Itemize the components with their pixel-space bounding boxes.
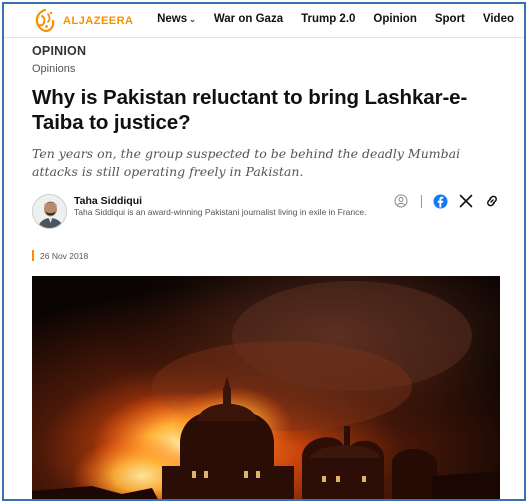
- share-toolbar: [383, 193, 500, 209]
- category-link[interactable]: Opinions: [32, 63, 500, 75]
- nav-item-label: News: [157, 13, 188, 25]
- burning-hotel-photo: [32, 276, 500, 499]
- facebook-icon[interactable]: [432, 193, 448, 209]
- aljazeera-logo-icon: [35, 8, 55, 33]
- site-logo[interactable]: ALJAZEERA: [32, 8, 134, 34]
- publish-date-row: 26 Nov 2018: [32, 250, 500, 261]
- author-byline: Taha Siddiqui Taha Siddiqui is an award-…: [32, 193, 500, 233]
- author-portrait-icon: [33, 195, 66, 228]
- article-header: OPINION Opinions Why is Pakistan relucta…: [32, 44, 500, 261]
- nav-item-label: Video: [482, 13, 514, 25]
- article-standfirst: Ten years on, the group suspected to be …: [32, 146, 461, 179]
- nav-item-label: Opinion: [373, 13, 417, 25]
- nav-item-label: War on Gaza: [213, 13, 284, 25]
- chevron-down-icon: ⌄: [189, 14, 196, 24]
- link-icon[interactable]: [484, 193, 500, 209]
- nav-item-war-on-gaza[interactable]: War on Gaza: [214, 13, 283, 25]
- listen-icon[interactable]: [393, 193, 409, 209]
- nav-item-sport[interactable]: Sport: [435, 13, 465, 25]
- hero-image: [32, 276, 500, 499]
- article-headline: Why is Pakistan reluctant to bring Lashk…: [32, 86, 468, 134]
- toolbar-divider: [421, 194, 422, 208]
- author-avatar[interactable]: [32, 194, 67, 229]
- section-label[interactable]: OPINION: [32, 44, 500, 58]
- nav-item-trump[interactable]: Trump 2.0: [301, 13, 355, 25]
- x-icon[interactable]: [458, 193, 474, 209]
- nav-item-label: Sport: [434, 13, 465, 25]
- publish-date: 26 Nov 2018: [40, 250, 89, 261]
- nav-item-video[interactable]: Video: [483, 13, 514, 25]
- author-name[interactable]: Taha Siddiqui: [74, 195, 142, 207]
- nav-item-label: Trump 2.0: [301, 13, 356, 25]
- nav-item-news[interactable]: News ⌄: [157, 13, 196, 25]
- author-bio: Taha Siddiqui is an award-winning Pakist…: [74, 207, 367, 217]
- nav-item-opinion[interactable]: Opinion: [373, 13, 416, 25]
- date-accent-bar: [32, 250, 34, 261]
- browser-frame: ALJAZEERA News ⌄ War on Gaza Trump 2.0 O…: [2, 2, 526, 501]
- main-nav: News ⌄ War on Gaza Trump 2.0 Opinion Spo…: [139, 13, 514, 25]
- brand-name: ALJAZEERA: [63, 15, 134, 27]
- site-header: ALJAZEERA News ⌄ War on Gaza Trump 2.0 O…: [4, 4, 524, 38]
